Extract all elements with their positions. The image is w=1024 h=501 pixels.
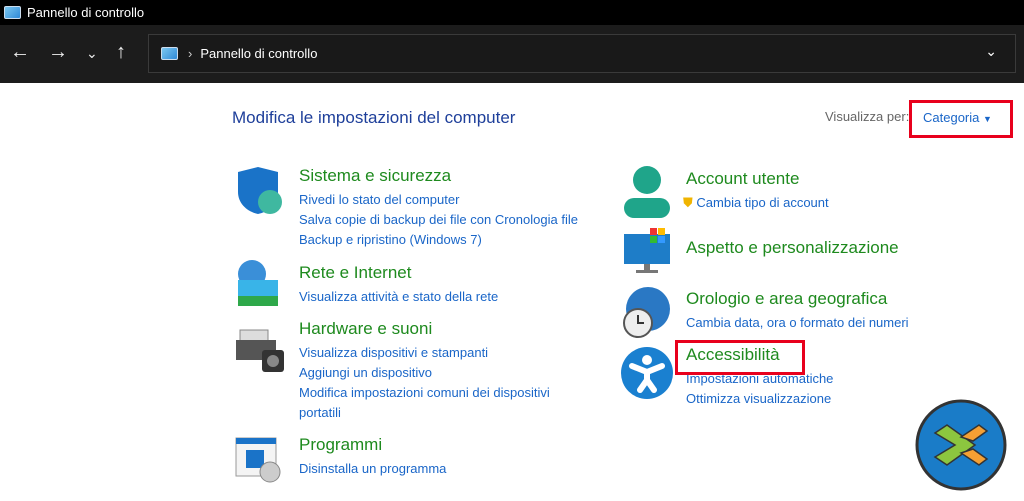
printer-icon xyxy=(236,329,284,372)
category-clock-region: Orologio e area geografica Cambia data, … xyxy=(686,289,909,333)
link[interactable]: Visualizza dispositivi e stampanti xyxy=(299,343,589,363)
forward-arrow-icon[interactable]: → xyxy=(48,41,68,64)
navigation-bar: ← → ⌄ ↑ › Pannello di controllo ⌄ xyxy=(0,25,1024,83)
link[interactable]: Modifica impostazioni comuni dei disposi… xyxy=(299,383,589,423)
category-title[interactable]: Sistema e sicurezza xyxy=(299,166,578,186)
breadcrumb[interactable]: Pannello di controllo xyxy=(200,46,317,61)
title-bar: Pannello di controllo xyxy=(0,0,1024,25)
category-title[interactable]: Hardware e suoni xyxy=(299,319,589,339)
user-account-icon xyxy=(624,166,670,218)
link[interactable]: Disinstalla un programma xyxy=(299,459,446,479)
category-title[interactable]: Aspetto e personalizzazione xyxy=(686,238,899,258)
programs-icon xyxy=(235,437,281,483)
category-title[interactable]: Account utente xyxy=(686,169,829,189)
highlight-box xyxy=(675,340,805,375)
link[interactable]: Aggiungi un dispositivo xyxy=(299,363,589,383)
control-panel-icon xyxy=(161,47,178,60)
category-hardware-sound: Hardware e suoni Visualizza dispositivi … xyxy=(299,319,589,423)
category-network-internet: Rete e Internet Visualizza attività e st… xyxy=(299,263,498,307)
recent-chevron-down-icon[interactable]: ⌄ xyxy=(86,45,98,62)
network-globe-icon xyxy=(238,260,278,306)
category-title[interactable]: Programmi xyxy=(299,435,446,455)
watermark-logo-icon xyxy=(915,399,1007,491)
link[interactable]: ⛊ Cambia tipo di account xyxy=(683,193,829,213)
link[interactable]: Backup e ripristino (Windows 7) xyxy=(299,230,578,250)
category-programs: Programmi Disinstalla un programma xyxy=(299,435,446,479)
link[interactable]: Cambia data, ora o formato dei numeri xyxy=(686,313,909,333)
view-by-value: Categoria xyxy=(923,110,980,125)
category-title[interactable]: Orologio e area geografica xyxy=(686,289,909,309)
accessibility-icon xyxy=(621,347,673,399)
appearance-monitor-icon xyxy=(624,228,670,273)
uac-shield-icon: ⛊ xyxy=(683,195,693,210)
window-title: Pannello di controllo xyxy=(27,5,145,20)
category-system-security: Sistema e sicurezza Rivedi lo stato del … xyxy=(299,166,578,250)
link[interactable]: Ottimizza visualizzazione xyxy=(686,389,833,409)
link-text: Cambia tipo di account xyxy=(696,195,829,210)
link[interactable]: Salva copie di backup dei file con Crono… xyxy=(299,210,578,230)
link[interactable]: Visualizza attività e stato della rete xyxy=(299,287,498,307)
address-bar[interactable]: › Pannello di controllo ⌄ xyxy=(148,34,1016,73)
back-arrow-icon[interactable]: ← xyxy=(10,41,30,64)
caret-down-icon: ▼ xyxy=(983,114,992,124)
shield-security-icon xyxy=(238,167,282,214)
category-appearance: Aspetto e personalizzazione xyxy=(686,238,899,262)
link[interactable]: Rivedi lo stato del computer xyxy=(299,190,578,210)
category-title[interactable]: Rete e Internet xyxy=(299,263,498,283)
view-by-label: Visualizza per: xyxy=(825,109,910,124)
breadcrumb-chevron-icon: › xyxy=(188,46,193,61)
up-arrow-icon[interactable]: ↑ xyxy=(116,41,126,64)
address-dropdown-chevron-icon[interactable]: ⌄ xyxy=(985,43,997,60)
clock-globe-icon xyxy=(623,287,670,338)
page-title: Modifica le impostazioni del computer xyxy=(232,108,516,127)
view-by-dropdown[interactable]: Categoria ▼ xyxy=(909,100,1013,138)
category-user-accounts: Account utente ⛊ Cambia tipo di account xyxy=(683,169,829,213)
control-panel-icon xyxy=(4,6,21,19)
